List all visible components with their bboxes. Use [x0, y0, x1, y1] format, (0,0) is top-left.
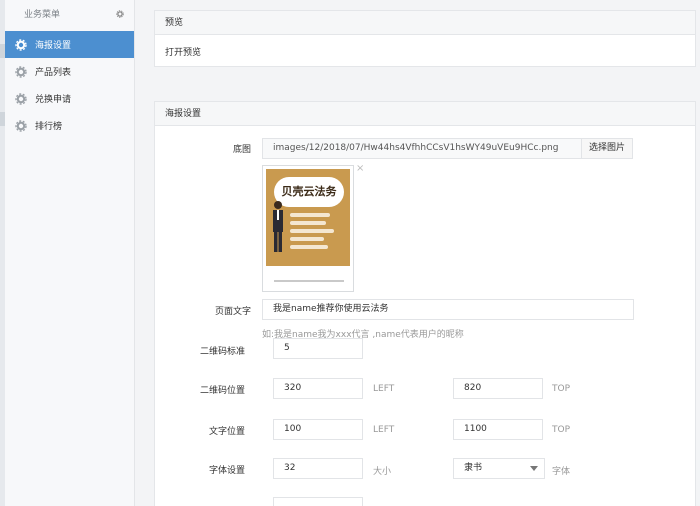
poster-settings-panel: 海报设置 底图 images/12/2018/07/Hw44hs4VfhhCCs…	[154, 101, 696, 506]
poster-preview-image: 贝壳云法务	[266, 169, 350, 288]
page-text-input[interactable]: 我是name推荐你使用云法务	[262, 299, 634, 320]
font-family-value: 隶书	[464, 463, 483, 473]
font-size-input[interactable]: 32	[273, 458, 363, 479]
poster-line	[290, 245, 328, 249]
text-left-input[interactable]: 100	[273, 419, 363, 440]
sidebar-item-poster-settings[interactable]: 海报设置	[5, 31, 134, 58]
poster-line	[290, 221, 326, 225]
poster-line	[290, 237, 324, 241]
preview-panel: 预览 打开预览	[154, 10, 696, 67]
gear-icon	[15, 38, 27, 51]
font-family-select[interactable]: 隶书	[453, 458, 545, 479]
page-text-label: 页面文字	[214, 307, 251, 317]
qr-top-input[interactable]: 820	[453, 378, 543, 399]
sidebar-item-label: 排行榜	[35, 122, 63, 132]
text-top-unit: TOP	[552, 425, 571, 435]
chevron-down-icon	[530, 466, 538, 471]
poster-footer-line	[274, 280, 344, 282]
poster-title: 贝壳云法务	[281, 185, 337, 198]
panel-title: 海报设置	[155, 102, 695, 126]
poster-line	[290, 213, 330, 217]
sidebar-item-product-list[interactable]: 产品列表	[5, 58, 134, 85]
choose-image-button[interactable]: 选择图片	[581, 138, 633, 159]
gear-icon	[15, 119, 27, 132]
sidebar: 业务菜单 海报设置 产品列表 兑换申请 排行榜	[5, 0, 135, 506]
font-family-unit: 字体	[552, 467, 571, 477]
gear-icon[interactable]	[116, 10, 124, 18]
app-root: 业务菜单 海报设置 产品列表 兑换申请 排行榜 预览 打开预览 海报设置 底图 …	[0, 0, 700, 506]
qr-left-unit: LEFT	[373, 384, 395, 394]
qr-left-input[interactable]: 320	[273, 378, 363, 399]
next-row-input[interactable]	[273, 497, 363, 506]
sidebar-header: 业务菜单	[5, 0, 134, 31]
background-path-input[interactable]: images/12/2018/07/Hw44hs4VfhhCCsV1hsWY49…	[262, 138, 582, 159]
background-thumbnail: 贝壳云法务	[262, 165, 354, 292]
sidebar-item-label: 海报设置	[35, 41, 72, 51]
text-left-unit: LEFT	[373, 425, 395, 435]
qr-top-unit: TOP	[552, 384, 571, 394]
sidebar-item-label: 产品列表	[35, 68, 72, 78]
sidebar-item-leaderboard[interactable]: 排行榜	[5, 112, 134, 139]
qr-position-label: 二维码位置	[199, 386, 245, 396]
font-size-unit: 大小	[373, 467, 392, 477]
font-settings-label: 字体设置	[208, 466, 245, 476]
gear-icon	[15, 92, 27, 105]
poster-line	[290, 229, 334, 233]
text-top-input[interactable]: 1100	[453, 419, 543, 440]
open-preview-link[interactable]: 打开预览	[165, 45, 201, 58]
gear-icon	[15, 65, 27, 78]
person-illustration	[273, 201, 283, 252]
poster-footer	[266, 266, 350, 288]
sidebar-header-label: 业务菜单	[24, 10, 61, 20]
qr-size-label: 二维码标准	[199, 347, 245, 357]
background-label: 底图	[232, 145, 251, 155]
sidebar-item-label: 兑换申请	[35, 95, 72, 105]
qr-size-input[interactable]: 5	[273, 338, 363, 359]
sidebar-item-exchange-requests[interactable]: 兑换申请	[5, 85, 134, 112]
panel-title: 预览	[155, 11, 695, 35]
close-icon[interactable]: ×	[356, 164, 366, 174]
text-position-label: 文字位置	[208, 427, 245, 437]
